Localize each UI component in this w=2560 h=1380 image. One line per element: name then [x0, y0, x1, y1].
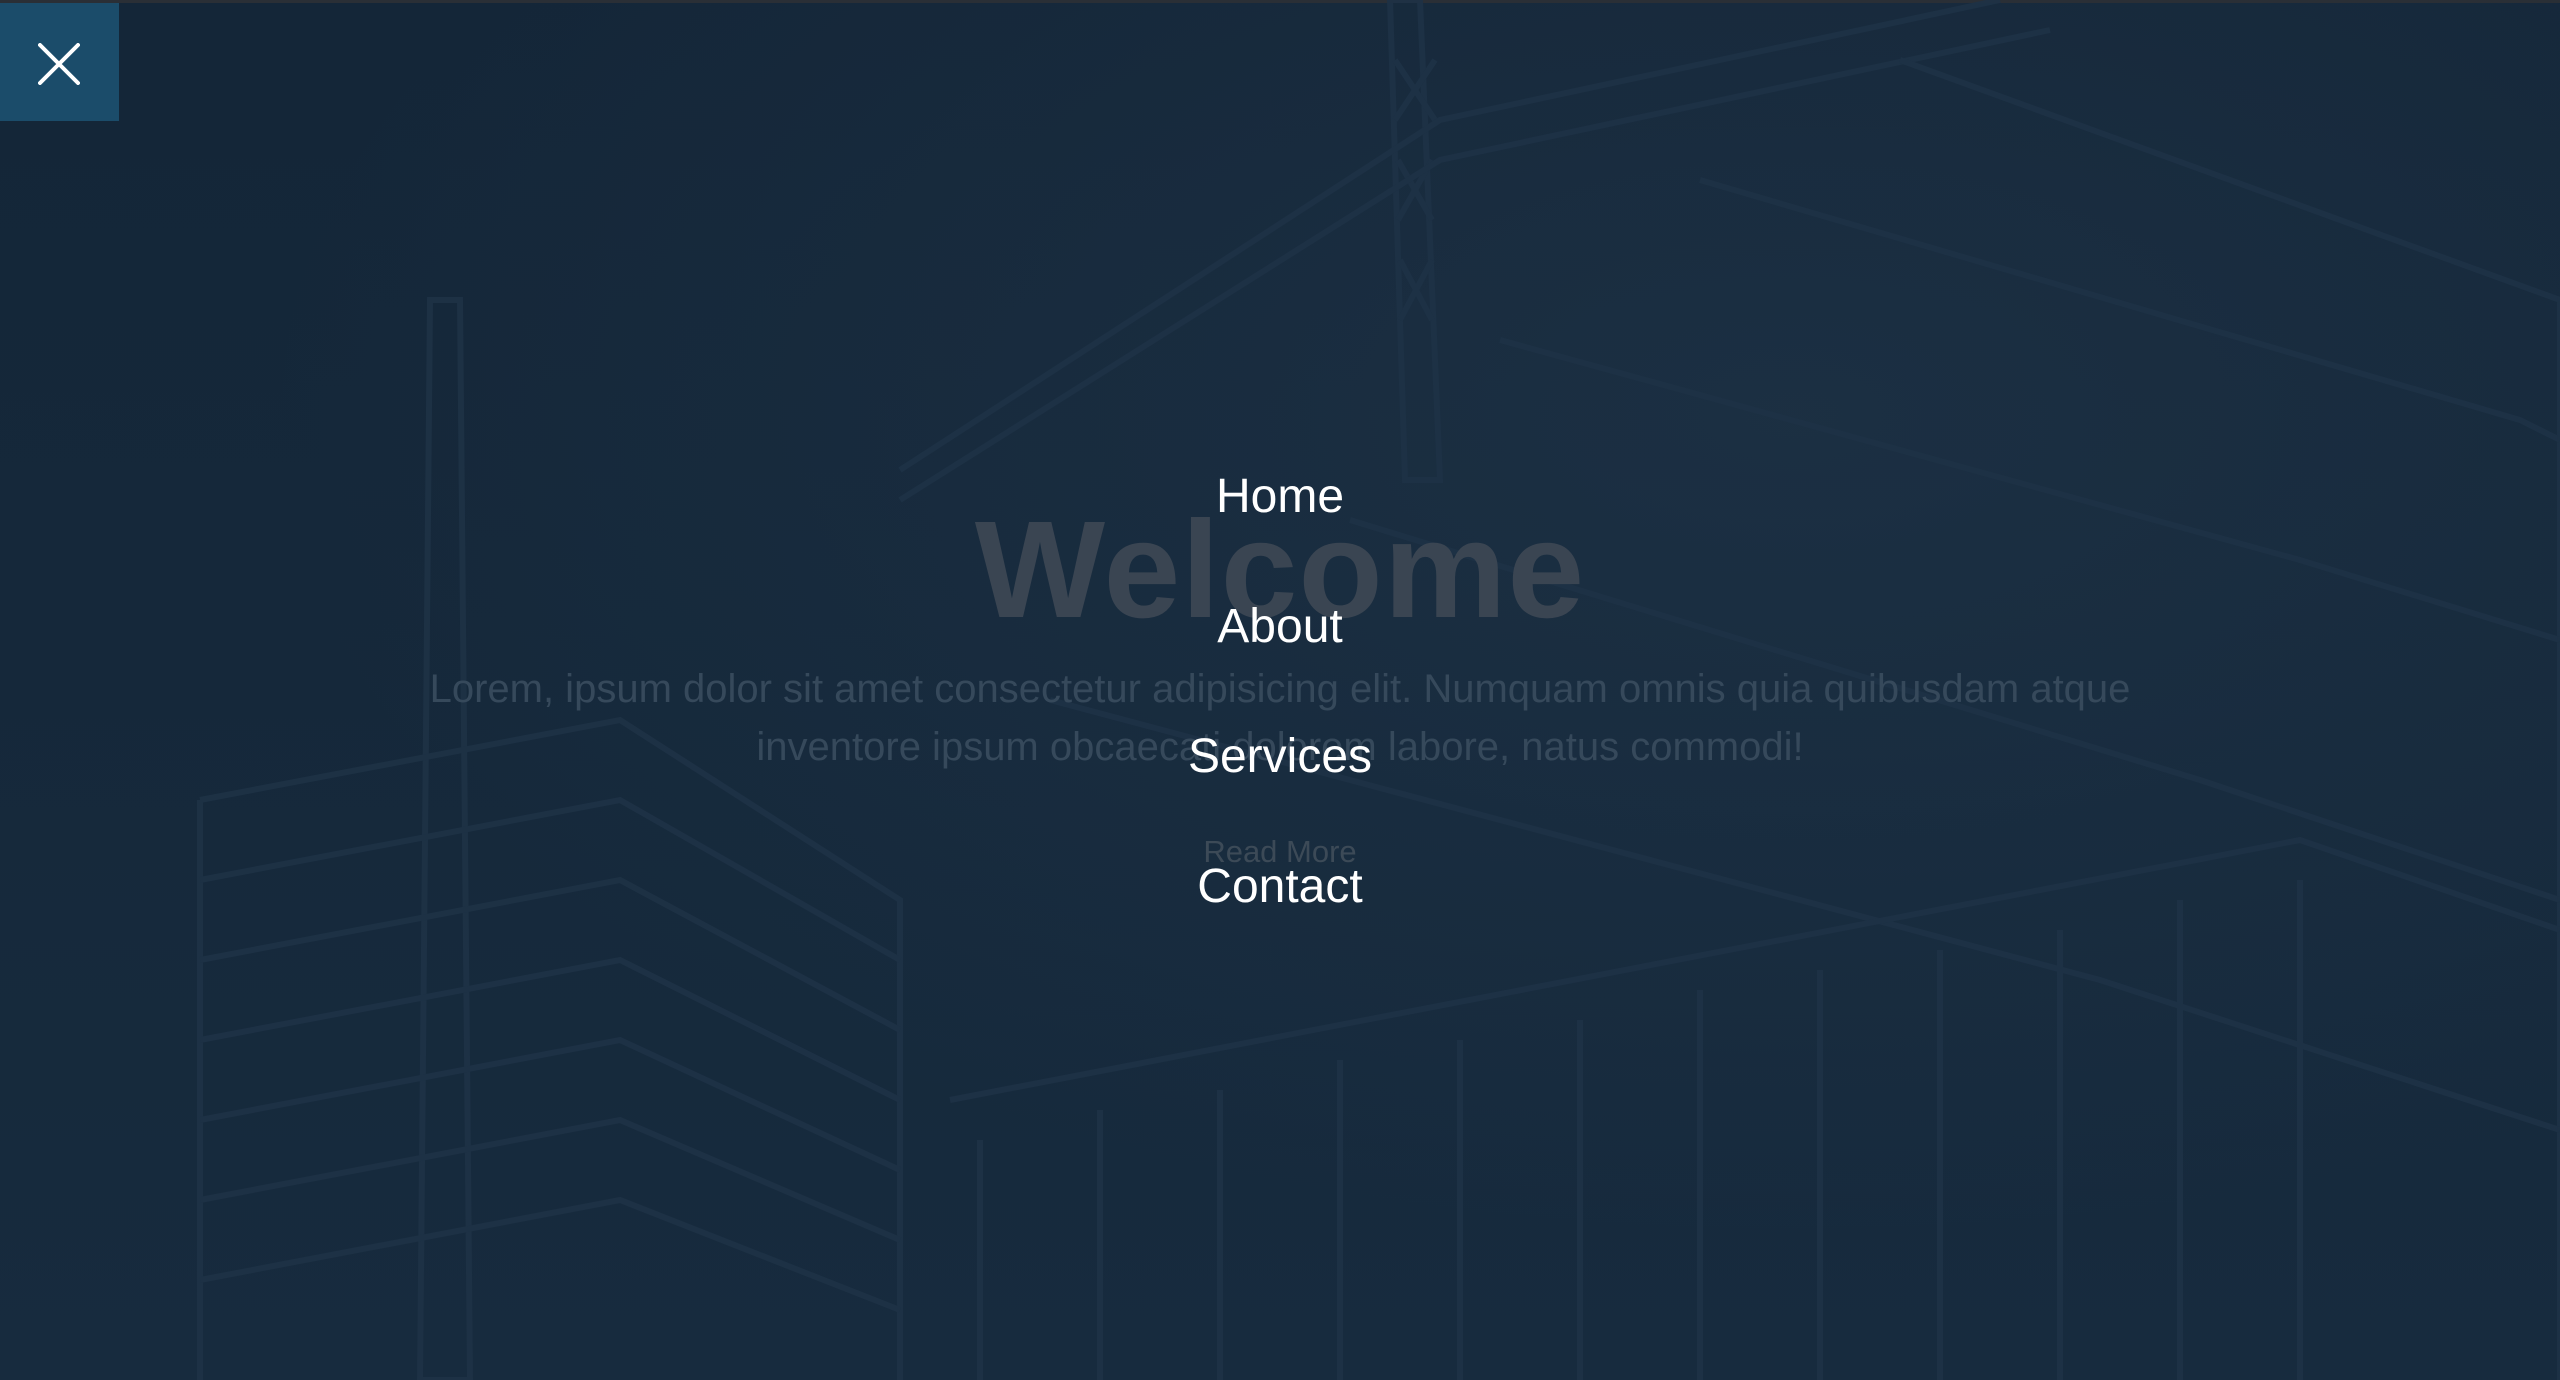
nav-link-about[interactable]: About: [1217, 597, 1342, 657]
nav-item-contact: Contact: [0, 857, 2560, 917]
nav-overlay: Home About Services Contact: [0, 0, 2560, 1380]
page: Welcome Lorem, ipsum dolor sit amet cons…: [0, 0, 2560, 1380]
nav-item-home: Home: [0, 467, 2560, 527]
nav-link-contact[interactable]: Contact: [1197, 857, 1362, 917]
nav-item-about: About: [0, 597, 2560, 657]
nav-link-services[interactable]: Services: [1188, 727, 1372, 787]
nav-item-services: Services: [0, 727, 2560, 787]
nav-link-home[interactable]: Home: [1216, 467, 1344, 527]
close-menu-button[interactable]: [0, 3, 119, 121]
close-icon: [38, 43, 80, 85]
